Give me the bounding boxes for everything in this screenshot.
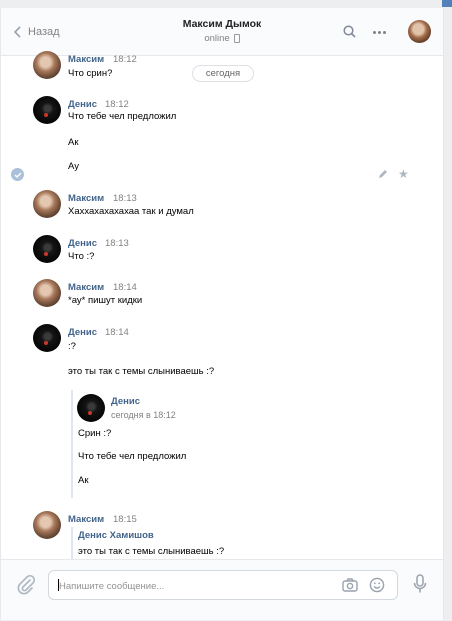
avatar[interactable] xyxy=(33,96,61,124)
smile-icon[interactable] xyxy=(369,577,385,593)
date-separator: сегодня xyxy=(192,65,254,82)
star-icon[interactable]: ★ xyxy=(398,168,409,180)
message-time[interactable]: 18:14 xyxy=(113,282,137,293)
avatar[interactable] xyxy=(33,51,61,79)
message-sender[interactable]: Денис xyxy=(68,238,97,249)
message-sender[interactable]: Денис xyxy=(68,99,97,110)
edit-icon[interactable] xyxy=(378,169,388,179)
chat-title[interactable]: Максим Дымок xyxy=(1,18,443,30)
text-caret xyxy=(58,579,59,591)
reply-bar xyxy=(71,527,73,559)
forwarded-bar xyxy=(71,390,73,498)
chat-header: Назад Максим Дымок online xyxy=(1,8,443,56)
chat-window: Назад Максим Дымок online сегодня Максим… xyxy=(0,8,444,620)
message-sender[interactable]: Максим xyxy=(68,54,104,65)
avatar[interactable] xyxy=(33,511,61,539)
online-status: online xyxy=(204,33,240,44)
avatar[interactable] xyxy=(33,235,61,263)
message-text: Хаххахахахахаа так и думал xyxy=(68,206,194,217)
message-text: это ты так с темы слыниваешь :? xyxy=(68,366,215,377)
top-accent xyxy=(442,0,452,7)
forwarded-text: Что тебе чел предложил xyxy=(78,451,187,462)
avatar[interactable] xyxy=(408,20,431,43)
reply-sender[interactable]: Денис Хамишов xyxy=(78,530,154,541)
message-text: Ау xyxy=(68,161,79,172)
paperclip-icon[interactable] xyxy=(17,575,35,595)
mobile-icon xyxy=(233,34,240,43)
message-text: *ау* пишут кидки xyxy=(68,295,143,306)
forwarded-text: Ак xyxy=(78,475,89,486)
status-text: online xyxy=(204,33,230,44)
message-text: Что :? xyxy=(68,251,95,262)
forwarded-sender[interactable]: Денис xyxy=(111,396,140,407)
message-text: Что срин? xyxy=(68,68,113,79)
search-icon[interactable] xyxy=(343,25,356,38)
microphone-icon[interactable] xyxy=(413,574,427,594)
avatar[interactable] xyxy=(77,394,105,422)
forwarded-time[interactable]: сегодня в 18:12 xyxy=(111,410,176,420)
message-input-box[interactable] xyxy=(48,570,398,600)
reply-text: это ты так с темы слыниваешь :? xyxy=(78,546,225,557)
selected-check-icon[interactable] xyxy=(11,168,24,181)
top-border xyxy=(0,0,452,8)
message-time[interactable]: 18:14 xyxy=(105,327,129,338)
message-text: Ак xyxy=(68,137,79,148)
message-time[interactable]: 18:15 xyxy=(113,514,137,525)
message-sender[interactable]: Денис xyxy=(68,327,97,338)
avatar[interactable] xyxy=(33,190,61,218)
message-time[interactable]: 18:13 xyxy=(113,193,137,204)
avatar[interactable] xyxy=(33,279,61,307)
forwarded-text: Срин :? xyxy=(78,428,112,439)
message-time[interactable]: 18:12 xyxy=(113,54,137,65)
message-text: Что тебе чел предложил xyxy=(68,111,177,122)
camera-icon[interactable] xyxy=(342,578,358,592)
more-icon[interactable] xyxy=(373,31,386,34)
message-time[interactable]: 18:12 xyxy=(105,99,129,110)
message-composer xyxy=(1,559,443,620)
message-text: :? xyxy=(68,341,76,352)
avatar[interactable] xyxy=(33,324,61,352)
message-sender[interactable]: Максим xyxy=(68,282,104,293)
message-sender[interactable]: Максим xyxy=(68,193,104,204)
message-time[interactable]: 18:13 xyxy=(105,238,129,249)
message-input[interactable] xyxy=(57,577,336,595)
message-sender[interactable]: Максим xyxy=(68,514,104,525)
